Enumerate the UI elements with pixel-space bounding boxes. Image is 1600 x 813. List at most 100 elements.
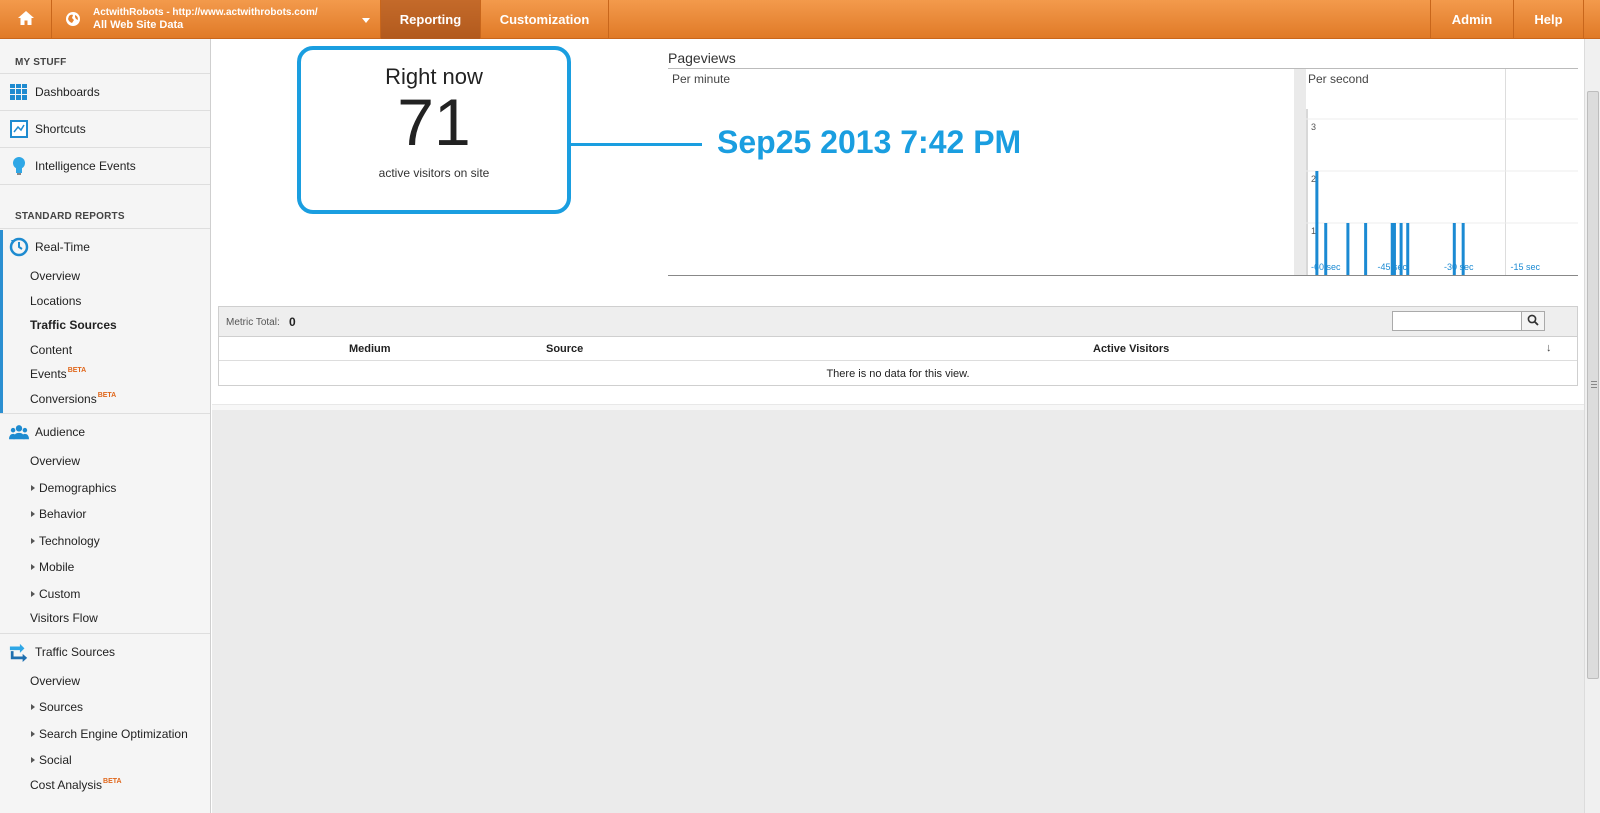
sidebar-item-demographics[interactable]: Demographics bbox=[31, 481, 116, 495]
column-header-source[interactable]: Source bbox=[546, 343, 583, 355]
sidebar-item-mobile[interactable]: Mobile bbox=[31, 560, 74, 574]
sidebar-item-label: Search Engine Optimization bbox=[39, 727, 188, 741]
sidebar-item-audience[interactable]: Audience bbox=[0, 413, 210, 450]
metric-total-value: 0 bbox=[289, 315, 296, 329]
sidebar-item-realtime-content[interactable]: Content bbox=[30, 343, 72, 357]
chart-bar bbox=[1364, 223, 1368, 275]
sidebar-item-label: Mobile bbox=[39, 560, 75, 574]
sidebar-item-label: Cost Analysis bbox=[30, 778, 103, 792]
tab-customization[interactable]: Customization bbox=[481, 0, 609, 39]
sidebar-item-realtime-conversions[interactable]: ConversionsBETA bbox=[30, 392, 116, 406]
sidebar: MY STUFF Dashboards Shortcuts Intelligen… bbox=[0, 39, 211, 813]
sidebar-item-behavior[interactable]: Behavior bbox=[31, 507, 86, 521]
sidebar-item-label: Custom bbox=[39, 587, 81, 601]
help-link[interactable]: Help bbox=[1514, 0, 1584, 39]
realtime-clock-icon bbox=[9, 237, 29, 257]
chart-separator bbox=[1294, 69, 1306, 275]
table-search-input[interactable] bbox=[1392, 311, 1522, 331]
per-second-chart: Per second 1 2 3 -60 sec -45 sec -30 sec -15 s… bbox=[1306, 69, 1578, 275]
lightbulb-icon bbox=[9, 156, 29, 176]
sidebar-item-seo[interactable]: Search Engine Optimization bbox=[31, 727, 188, 741]
sidebar-item-label: Dashboards bbox=[35, 85, 100, 99]
sidebar-item-label: Sources bbox=[39, 700, 84, 714]
traffic-arrows-icon bbox=[9, 642, 29, 662]
sidebar-item-visitors-flow[interactable]: Visitors Flow bbox=[30, 611, 98, 625]
main-content: Right now 71 active visitors on site Sep… bbox=[212, 39, 1584, 813]
sidebar-item-traffic-sources[interactable]: Traffic Sources bbox=[0, 633, 210, 670]
account-name: ActwithRobots - http://www.actwithrobots… bbox=[93, 7, 318, 18]
expand-arrow-icon bbox=[31, 484, 35, 491]
y-tick-label: 2 bbox=[1311, 174, 1316, 184]
sidebar-item-sources[interactable]: Sources bbox=[31, 700, 83, 714]
beta-badge: BETA bbox=[103, 778, 122, 785]
active-visitors-label: active visitors on site bbox=[378, 166, 490, 180]
sidebar-item-dashboards[interactable]: Dashboards bbox=[0, 73, 210, 110]
sidebar-item-label: Conversions bbox=[30, 392, 97, 406]
sidebar-item-realtime-locations[interactable]: Locations bbox=[30, 294, 81, 308]
sort-arrow-icon[interactable]: ↓ bbox=[1546, 342, 1552, 354]
panel-footer bbox=[212, 404, 1584, 410]
metric-bar: Metric Total: 0 bbox=[219, 307, 1577, 337]
beta-badge: BETA bbox=[67, 367, 87, 374]
sidebar-item-realtime-overview[interactable]: Overview bbox=[30, 269, 80, 283]
expand-arrow-icon bbox=[31, 730, 35, 737]
sidebar-item-label: Events bbox=[30, 367, 67, 381]
vertical-scrollbar[interactable] bbox=[1584, 39, 1600, 813]
chevron-down-icon bbox=[362, 18, 370, 23]
sidebar-item-label: Audience bbox=[35, 425, 86, 439]
sidebar-item-realtime-events[interactable]: EventsBETA bbox=[30, 367, 86, 381]
sidebar-item-label: Social bbox=[39, 753, 72, 767]
expand-arrow-icon bbox=[31, 563, 35, 570]
scrollbar-grip-icon bbox=[1591, 381, 1597, 388]
scrollbar-thumb[interactable] bbox=[1587, 91, 1599, 679]
sidebar-item-label: Behavior bbox=[39, 507, 87, 521]
expand-arrow-icon bbox=[31, 703, 35, 710]
sidebar-item-label: Traffic Sources bbox=[35, 645, 116, 659]
y-tick-label: 3 bbox=[1311, 122, 1316, 132]
my-stuff-heading: MY STUFF bbox=[15, 57, 67, 68]
sidebar-item-label: Shortcuts bbox=[35, 122, 86, 136]
sidebar-item-audience-overview[interactable]: Overview bbox=[30, 454, 80, 468]
chart-bar bbox=[1346, 223, 1350, 275]
sidebar-item-custom[interactable]: Custom bbox=[31, 587, 80, 601]
shortcuts-icon bbox=[9, 119, 29, 139]
sidebar-item-technology[interactable]: Technology bbox=[31, 534, 100, 548]
y-tick-label: 1 bbox=[1311, 226, 1316, 236]
search-button[interactable] bbox=[1521, 311, 1545, 331]
top-navigation-bar: ActwithRobots - http://www.actwithrobots… bbox=[0, 0, 1600, 39]
chart-bar bbox=[1315, 171, 1319, 275]
home-button[interactable] bbox=[0, 0, 52, 39]
expand-arrow-icon bbox=[31, 537, 35, 544]
sidebar-item-realtime-traffic-sources[interactable]: Traffic Sources bbox=[30, 318, 117, 332]
expand-arrow-icon bbox=[31, 510, 35, 517]
globe-icon bbox=[65, 11, 81, 30]
beta-badge: BETA bbox=[97, 392, 117, 399]
empty-table-message: There is no data for this view. bbox=[826, 368, 970, 380]
realtime-panel: Right now 71 active visitors on site Sep… bbox=[212, 39, 1584, 410]
traffic-table: Metric Total: 0 Medium Source Active Vis… bbox=[218, 306, 1578, 386]
sidebar-item-realtime[interactable]: Real-Time bbox=[0, 228, 210, 265]
sidebar-item-shortcuts[interactable]: Shortcuts bbox=[0, 110, 210, 147]
pageviews-title: Pageviews bbox=[668, 50, 736, 66]
active-visitors-count: 71 bbox=[397, 85, 471, 159]
sidebar-item-social[interactable]: Social bbox=[31, 753, 72, 767]
sidebar-item-cost-analysis[interactable]: Cost AnalysisBETA bbox=[30, 778, 122, 792]
admin-link[interactable]: Admin bbox=[1430, 0, 1514, 39]
table-header: Medium Source Active Visitors ↓ bbox=[219, 337, 1577, 361]
sidebar-item-label: Technology bbox=[39, 534, 100, 548]
sidebar-item-traffic-overview[interactable]: Overview bbox=[30, 674, 80, 688]
sidebar-item-label: Real-Time bbox=[35, 240, 90, 254]
tab-reporting[interactable]: Reporting bbox=[381, 0, 481, 39]
expand-arrow-icon bbox=[31, 590, 35, 597]
right-now-card: Right now 71 active visitors on site bbox=[297, 46, 571, 214]
x-tick-label: -60 sec bbox=[1311, 262, 1341, 272]
sidebar-item-intelligence-events[interactable]: Intelligence Events bbox=[0, 147, 210, 184]
column-header-medium[interactable]: Medium bbox=[349, 343, 391, 355]
dashboards-icon bbox=[9, 82, 29, 102]
divider bbox=[0, 184, 210, 185]
x-tick-label: -45 sec bbox=[1378, 262, 1408, 272]
x-tick-label: -15 sec bbox=[1511, 262, 1541, 272]
account-selector[interactable]: ActwithRobots - http://www.actwithrobots… bbox=[53, 0, 381, 39]
plot-left-edge bbox=[1306, 109, 1308, 275]
column-header-active-visitors[interactable]: Active Visitors bbox=[1093, 343, 1169, 355]
